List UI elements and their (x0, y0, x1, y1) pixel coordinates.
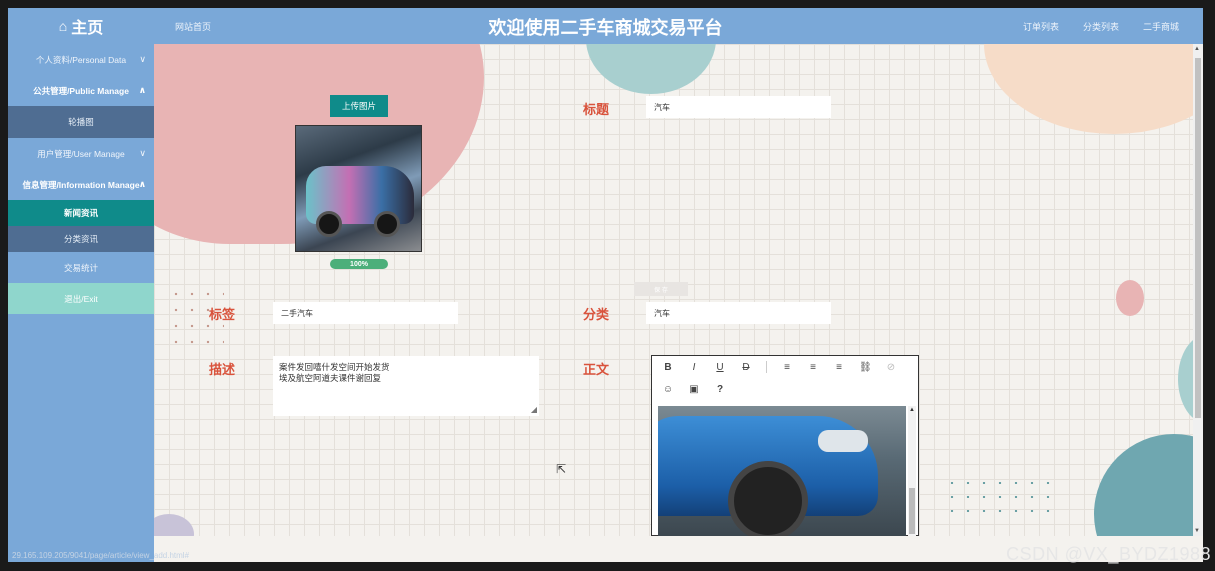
description-text: 案件发回嘻什发空间开始发货 埃及航空阿道夫课件谢回复 (279, 362, 390, 383)
editor-scrollbar[interactable]: ▲ (908, 406, 916, 536)
mouse-cursor-icon: ⇱ (556, 462, 567, 476)
sidebar-item-label: 信息管理/Information Manage (22, 179, 140, 190)
sidebar-item-personal-data[interactable]: 个人资料/Personal Data ∨ (8, 44, 154, 75)
shop-link[interactable]: 二手商城 (1143, 20, 1179, 33)
help-icon[interactable]: ? (714, 384, 726, 395)
bold-icon[interactable]: B (662, 362, 674, 373)
sidebar: 个人资料/Personal Data ∨ 公共管理/Public Manage … (8, 44, 189, 562)
upload-image-button[interactable]: 上传图片 (330, 95, 388, 117)
ghost-button[interactable]: 保 存 (634, 282, 688, 296)
title-label: 标题 (583, 102, 610, 117)
sidebar-item-label: 交易统计 (63, 262, 98, 273)
strikethrough-icon[interactable]: D (740, 362, 752, 373)
chevron-down-icon: ∨ (139, 54, 146, 64)
car-wheel (316, 211, 342, 237)
scroll-down-arrow-icon[interactable]: ▼ (1194, 528, 1200, 534)
tag-label: 标签 (209, 307, 236, 322)
decor-blob-rose (1116, 280, 1144, 316)
category-list-link[interactable]: 分类列表 (1083, 20, 1119, 33)
chevron-down-icon: ∨ (139, 148, 146, 158)
sidebar-item-label: 分类资讯 (63, 234, 98, 244)
category-label: 分类 (583, 307, 610, 322)
underline-icon[interactable]: U (714, 362, 726, 373)
image-icon[interactable]: ▣ (688, 384, 700, 395)
rich-text-editor: B I U D ≡ ≡ ≡ ⛓ ⊘ ☺ ▣ ? ▲ (651, 355, 919, 536)
scroll-up-arrow-icon[interactable]: ▲ (1194, 46, 1200, 52)
sidebar-item-information-manage[interactable]: 信息管理/Information Manage ∧ (8, 169, 154, 200)
upload-progress-bar: 100% (330, 259, 388, 269)
car-headlamp (818, 430, 868, 452)
status-bar-url: 29.165.109.205/9041/page/article/view_ad… (12, 551, 190, 560)
editor-content-image[interactable] (658, 406, 906, 536)
sidebar-item-label: 用户管理/User Manage (37, 148, 125, 159)
italic-icon[interactable]: I (688, 362, 700, 373)
app-window: ⌂ 主页 网站首页 欢迎使用二手车商城交易平台 订单列表 分类列表 二手商城 个… (8, 8, 1203, 562)
chevron-up-icon: ∧ (138, 85, 146, 95)
sidebar-item-label: 退出/Exit (64, 293, 98, 304)
link-icon[interactable]: ⛓ (859, 362, 872, 373)
csdn-watermark: CSDN @VX_BYDZ1988 (1006, 544, 1211, 564)
sidebar-item-carousel[interactable]: 轮播图 (8, 106, 154, 138)
body-label: 正文 (583, 362, 610, 377)
sidebar-item-category-news[interactable]: 分类资讯 (8, 226, 154, 252)
sidebar-item-label: 轮播图 (68, 117, 94, 127)
scroll-up-arrow-icon[interactable]: ▲ (909, 407, 915, 413)
sidebar-item-label: 个人资料/Personal Data (35, 54, 127, 65)
page-scroll-thumb[interactable] (1195, 58, 1201, 418)
sidebar-item-public-manage[interactable]: 公共管理/Public Manage ∧ (8, 75, 154, 106)
sidebar-item-trade-stats[interactable]: 交易统计 (8, 252, 154, 283)
car-wheel (728, 461, 808, 536)
align-center-icon[interactable]: ≡ (807, 362, 819, 373)
chevron-up-icon: ∧ (138, 179, 146, 189)
page-scrollbar[interactable]: ▲ ▼ (1193, 44, 1203, 536)
header-nav: 订单列表 分类列表 二手商城 (1023, 20, 1179, 33)
sidebar-item-label: 新闻资讯 (63, 208, 98, 218)
description-label: 描述 (209, 362, 236, 377)
order-list-link[interactable]: 订单列表 (1023, 20, 1059, 33)
emoji-icon[interactable]: ☺ (662, 384, 674, 395)
unlink-icon[interactable]: ⊘ (885, 362, 897, 373)
uploaded-car-image (295, 125, 422, 252)
align-right-icon[interactable]: ≡ (833, 362, 845, 373)
editor-toolbar-row: B I U D ≡ ≡ ≡ ⛓ ⊘ (652, 356, 918, 378)
align-left-icon[interactable]: ≡ (781, 362, 793, 373)
tag-input[interactable]: 二手汽车 (273, 302, 458, 324)
toolbar-divider (766, 361, 767, 373)
title-input[interactable]: 汽车 (646, 96, 831, 118)
sidebar-item-news[interactable]: 新闻资讯 (8, 200, 154, 226)
top-header: ⌂ 主页 网站首页 欢迎使用二手车商城交易平台 订单列表 分类列表 二手商城 (8, 8, 1203, 44)
editor-toolbar-row: ☺ ▣ ? (652, 378, 918, 400)
car-wheel (374, 211, 400, 237)
editor-scroll-thumb[interactable] (909, 488, 915, 534)
category-input[interactable]: 汽车 (646, 302, 831, 324)
sidebar-item-user-manage[interactable]: 用户管理/User Manage ∨ (8, 138, 154, 169)
sidebar-item-exit[interactable]: 退出/Exit (8, 283, 154, 314)
main-content: 上传图片 100% 标题 汽车 标签 二手汽车 保 存 分类 汽车 描述 案件发… (154, 44, 1203, 536)
sidebar-item-label: 公共管理/Public Manage (33, 85, 129, 96)
description-textarea[interactable]: 案件发回嘻什发空间开始发货 埃及航空阿道夫课件谢回复 ◢ (273, 356, 539, 416)
decor-dots-right (944, 476, 1054, 522)
resize-grip-icon[interactable]: ◢ (531, 404, 537, 415)
